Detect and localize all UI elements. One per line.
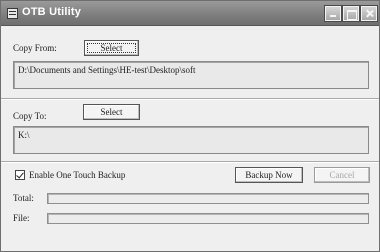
close-icon[interactable] [360, 5, 378, 22]
enable-one-touch-backup-label[interactable]: Enable One Touch Backup [29, 170, 125, 180]
copy-from-path-field[interactable]: D:\Documents and Settings\HE-test\Deskto… [13, 61, 369, 89]
copy-from-select-button[interactable]: Select [84, 40, 139, 56]
file-progress-bar [47, 213, 369, 224]
window-menu-icon[interactable] [7, 8, 18, 19]
section-divider [1, 98, 379, 100]
copy-from-label: Copy From: [13, 43, 57, 53]
section-divider [1, 161, 379, 163]
file-label: File: [13, 213, 30, 223]
maximize-icon[interactable] [342, 5, 360, 22]
copy-to-select-button[interactable]: Select [83, 104, 140, 120]
title-bar[interactable]: OTB Utility [1, 1, 379, 26]
minimize-icon[interactable] [324, 5, 342, 22]
enable-one-touch-backup-checkbox[interactable] [15, 170, 25, 180]
backup-now-button[interactable]: Backup Now [235, 167, 303, 183]
copy-to-label: Copy To: [13, 111, 47, 121]
otb-utility-window: OTB Utility Copy From: Select D:\Documen… [0, 0, 380, 252]
window-title: OTB Utility [22, 6, 82, 18]
copy-to-path-field[interactable]: K:\ [13, 126, 369, 154]
total-label: Total: [13, 193, 34, 203]
total-progress-bar [47, 193, 369, 204]
cancel-button[interactable]: Cancel [314, 167, 370, 183]
